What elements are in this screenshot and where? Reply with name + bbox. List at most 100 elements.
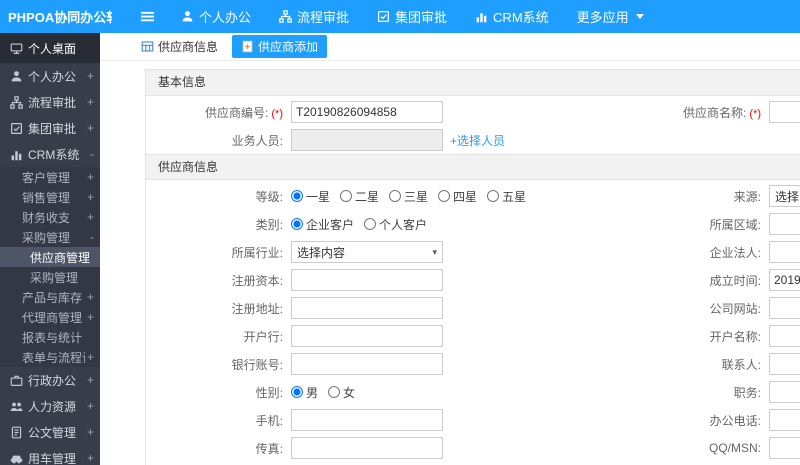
- sidebar-item-purchasing[interactable]: 采购管理: [0, 267, 100, 287]
- expand-toggle-icon[interactable]: +: [85, 290, 100, 304]
- gender-radio-group-option-0[interactable]: 男: [291, 384, 318, 401]
- hamburger-icon[interactable]: [140, 9, 155, 24]
- sidebar-item-label: 人力资源: [28, 399, 77, 414]
- nav-item-label: 个人办公: [199, 10, 252, 25]
- form-row: 所属行业: 选择内容 ▾ 企业法人:: [146, 238, 800, 266]
- sidebar-item-process-approval[interactable]: 流程审批 +: [0, 89, 100, 115]
- sidebar-item-customer-mgmt[interactable]: 客户管理 +: [0, 167, 100, 187]
- sidebar-item-vehicle-mgmt[interactable]: 用车管理 +: [0, 445, 100, 465]
- level-radio-group-option-0[interactable]: 一星: [291, 188, 330, 205]
- gender-radio-group-radio-1[interactable]: [328, 386, 341, 398]
- mobile-input[interactable]: [291, 409, 443, 431]
- gender-radio-group-radio-0[interactable]: [291, 386, 303, 398]
- form-row: 银行账号: 联系人:: [146, 350, 800, 378]
- bank-account-input[interactable]: [291, 353, 443, 375]
- topnav-item-more-apps[interactable]: 更多应用: [563, 0, 658, 33]
- sidebar-item-hr[interactable]: 人力资源 +: [0, 393, 100, 419]
- sidebar-item-form-flow-settings[interactable]: 表单与流程设置+: [0, 347, 100, 367]
- level-radio-group-option-2[interactable]: 三星: [389, 188, 428, 205]
- gender-radio-group-option-1[interactable]: 女: [328, 384, 355, 401]
- bank-input[interactable]: [291, 325, 443, 347]
- office-phone-input[interactable]: [769, 409, 800, 431]
- sidebar-item-sales-mgmt[interactable]: 销售管理 +: [0, 187, 100, 207]
- topnav-item-crm-system[interactable]: CRM系统: [461, 0, 563, 33]
- category-radio-group-radio-0[interactable]: [291, 218, 303, 230]
- registered-address-input[interactable]: [291, 297, 443, 319]
- car-icon: [10, 452, 23, 465]
- sidebar-item-official-doc-mgmt[interactable]: 公文管理 +: [0, 419, 100, 445]
- industry-select[interactable]: 选择内容 ▾: [291, 241, 443, 263]
- source-select[interactable]: 选择内容▾: [769, 185, 800, 207]
- expand-toggle-icon[interactable]: +: [85, 95, 100, 109]
- company-website-input[interactable]: [769, 297, 800, 319]
- level-radio-group-radio-2[interactable]: [389, 190, 402, 202]
- business-person-input[interactable]: [291, 129, 443, 151]
- level-radio-group-radio-0[interactable]: [291, 190, 303, 202]
- category-radio-group-option-1[interactable]: 个人客户: [364, 216, 427, 233]
- field-label-text: QQ/MSN:: [708, 441, 761, 455]
- field-label-text: 所属行业:: [231, 245, 283, 260]
- user-icon: [10, 70, 23, 83]
- expand-toggle-icon[interactable]: +: [85, 170, 100, 184]
- sidebar-item-finance-inout[interactable]: 财务收支 +: [0, 207, 100, 227]
- level-radio-group-option-4[interactable]: 五星: [487, 188, 526, 205]
- qq-msn-input[interactable]: [769, 437, 800, 459]
- topnav-item-group-approval[interactable]: 集团审批: [363, 0, 461, 33]
- sidebar-item-reports-stats[interactable]: 报表与统计: [0, 327, 100, 347]
- sidebar-item-admin-office[interactable]: 行政办公 +: [0, 367, 100, 393]
- tab-supplier-info[interactable]: 供应商信息: [132, 35, 227, 58]
- choose-person-link[interactable]: +选择人员: [450, 132, 505, 149]
- fax-input[interactable]: [291, 437, 443, 459]
- sidebar-item-crm-system[interactable]: CRM系统 -: [0, 141, 100, 167]
- account-name-input[interactable]: [769, 325, 800, 347]
- field-label-text: 供应商名称:: [683, 105, 747, 120]
- sidebar-item-group-approval[interactable]: 集团审批 +: [0, 115, 100, 141]
- expand-toggle-icon[interactable]: +: [85, 69, 100, 83]
- tab-supplier-add[interactable]: 供应商添加: [232, 35, 328, 58]
- sidebar-item-supplier-mgmt[interactable]: 供应商管理: [0, 247, 100, 267]
- topnav-item-process-approval[interactable]: 流程审批: [265, 0, 363, 33]
- sidebar-item-product-inventory[interactable]: 产品与库存 +: [0, 287, 100, 307]
- category-radio-group-radio-1[interactable]: [364, 218, 377, 230]
- job-title-input[interactable]: [769, 381, 800, 403]
- expand-toggle-icon[interactable]: +: [85, 451, 100, 465]
- level-radio-group-radio-3[interactable]: [438, 190, 451, 202]
- field-label-text: 企业法人:: [709, 245, 761, 260]
- level-radio-group-radio-4[interactable]: [487, 190, 500, 202]
- legal-person-input[interactable]: [769, 241, 800, 263]
- expand-toggle-icon[interactable]: +: [85, 190, 100, 204]
- region-input[interactable]: [769, 213, 800, 235]
- level-radio-group-radio-1[interactable]: [340, 190, 353, 202]
- sidebar-item-purchase-mgmt[interactable]: 采购管理 -: [0, 227, 100, 247]
- expand-toggle-icon[interactable]: -: [88, 230, 100, 244]
- expand-toggle-icon[interactable]: -: [88, 147, 100, 161]
- radio-option-label: 个人客户: [379, 217, 428, 232]
- founding-date-input[interactable]: [769, 269, 800, 291]
- category-radio-group-option-0[interactable]: 企业客户: [291, 216, 354, 233]
- level-radio-group-option-3[interactable]: 四星: [438, 188, 477, 205]
- supplier-code-input[interactable]: [291, 101, 443, 123]
- expand-toggle-icon[interactable]: +: [85, 121, 100, 135]
- field-cell: [769, 437, 800, 459]
- expand-toggle-icon[interactable]: +: [85, 210, 100, 224]
- sidebar-item-agent-mgmt[interactable]: 代理商管理 +: [0, 307, 100, 327]
- sidebar-item-personal-office[interactable]: 个人办公 +: [0, 63, 100, 89]
- expand-toggle-icon[interactable]: +: [85, 350, 100, 364]
- registered-capital-input[interactable]: [291, 269, 443, 291]
- field-label: 供应商编号: (*): [146, 104, 291, 121]
- sidebar-item-desktop[interactable]: 个人桌面: [0, 33, 100, 63]
- expand-toggle-icon[interactable]: +: [85, 310, 100, 324]
- level-radio-group-option-1[interactable]: 二星: [340, 188, 379, 205]
- expand-toggle-icon[interactable]: +: [85, 373, 100, 387]
- contact-person-input[interactable]: [769, 353, 800, 375]
- supplier-name-input[interactable]: [769, 101, 800, 123]
- radio-option-label: 企业客户: [306, 217, 355, 232]
- field-label-text: 所属区域:: [709, 217, 761, 232]
- field-cell: [769, 241, 800, 263]
- expand-toggle-icon[interactable]: +: [85, 399, 100, 413]
- field-label: 开户行:: [146, 328, 291, 345]
- radio-option-label: 二星: [355, 189, 380, 204]
- expand-toggle-icon[interactable]: +: [85, 425, 100, 439]
- field-cell: [291, 297, 621, 319]
- topnav-item-personal-office[interactable]: 个人办公: [167, 0, 265, 33]
